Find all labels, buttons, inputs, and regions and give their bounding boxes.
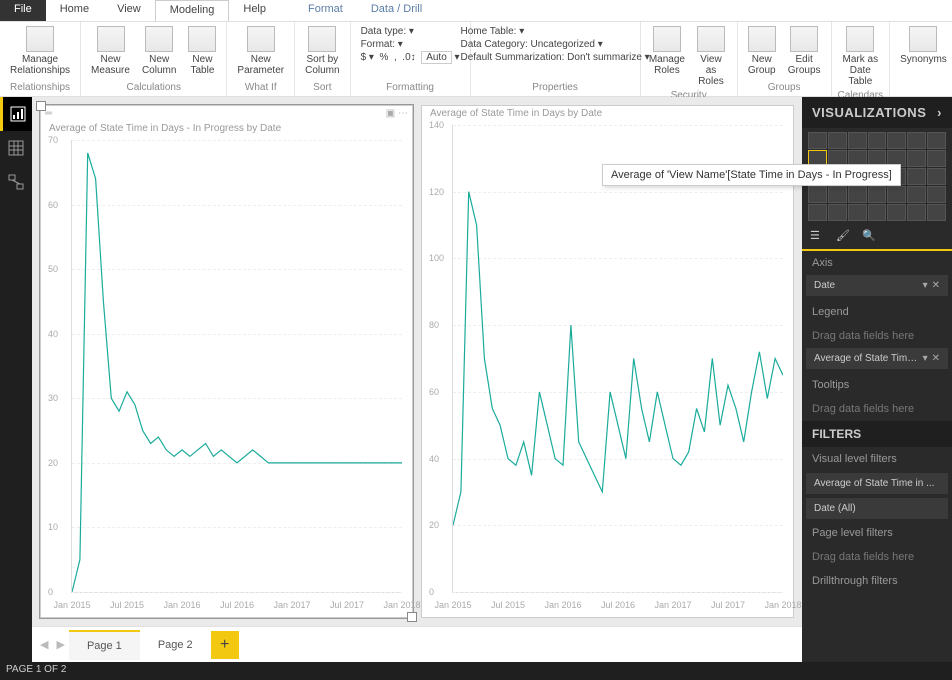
add-page-button[interactable]: +	[211, 631, 239, 659]
format-tab-icon[interactable]: 🖌	[836, 229, 854, 245]
manage-relationships-button[interactable]: Manage Relationships	[6, 24, 74, 78]
remove-field-icon[interactable]: ✕	[932, 353, 940, 364]
manage-roles-button[interactable]: Manage Roles	[647, 24, 688, 78]
drillthrough-filters-label: Drillthrough filters	[802, 569, 952, 593]
page-tab-1[interactable]: Page 1	[69, 630, 140, 660]
format-dropdown[interactable]: Format: ▾	[361, 39, 460, 50]
tab-view[interactable]: View	[103, 0, 155, 21]
legend-section: Legend	[802, 300, 952, 324]
tooltips-drop[interactable]: Drag data fields here	[802, 397, 952, 421]
percent-button[interactable]: %	[379, 52, 388, 63]
tab-file[interactable]: File	[0, 0, 46, 21]
viz-type-2[interactable]	[848, 132, 867, 149]
viz-type-6[interactable]	[927, 132, 946, 149]
viz-type-25[interactable]	[887, 186, 906, 203]
filters-header: FILTERS	[802, 421, 952, 447]
new-group-button[interactable]: New Group	[744, 24, 780, 78]
remove-field-icon[interactable]: ✕	[932, 280, 940, 291]
page-next-icon[interactable]: ▶	[52, 634, 68, 655]
legend-drop[interactable]: Drag data fields here	[802, 324, 952, 348]
tab-datadrill[interactable]: Data / Drill	[357, 0, 436, 21]
viz-type-19[interactable]	[907, 168, 926, 185]
page-prev-icon[interactable]: ◀	[36, 634, 52, 655]
decimal-buttons[interactable]: .0↕	[402, 52, 415, 63]
page-level-filters-label: Page level filters	[802, 521, 952, 545]
visual-chart-1[interactable]: ═ ▣ ⋯ Average of State Time in Days - In…	[40, 105, 413, 618]
collapse-pane-icon[interactable]: ›	[937, 105, 942, 120]
page-tabs: ◀ ▶ Page 1 Page 2 +	[32, 626, 802, 662]
edit-groups-button[interactable]: Edit Groups	[784, 24, 825, 78]
axis-field-date[interactable]: Date▾✕	[806, 275, 948, 296]
hover-tooltip: Average of 'View Name'[State Time in Day…	[602, 164, 901, 186]
ribbon: Manage Relationships Relationships New M…	[0, 22, 952, 97]
home-table-dropdown[interactable]: Home Table: ▾	[460, 26, 649, 37]
viz-type-31[interactable]	[868, 204, 887, 221]
chart-2-plot[interactable]: 020406080100120140Jan 2015Jul 2015Jan 20…	[452, 125, 783, 593]
new-measure-button[interactable]: New Measure	[87, 24, 134, 78]
viz-type-24[interactable]	[868, 186, 887, 203]
sort-by-column-button[interactable]: Sort by Column	[301, 24, 343, 78]
grip-icon: ═	[45, 108, 52, 119]
data-type-dropdown[interactable]: Data type: ▾	[361, 26, 460, 37]
viz-type-13[interactable]	[927, 150, 946, 167]
default-summarization-dropdown[interactable]: Default Summarization: Don't summarize ▾	[460, 52, 649, 63]
chevron-down-icon[interactable]: ▾	[923, 280, 928, 291]
chevron-down-icon[interactable]: ▾	[923, 353, 928, 364]
auto-decimals[interactable]: Auto	[421, 51, 452, 64]
tab-modeling[interactable]: Modeling	[155, 0, 230, 21]
status-bar: PAGE 1 OF 2	[0, 662, 952, 680]
viz-type-30[interactable]	[848, 204, 867, 221]
more-options-icon[interactable]: ⋯	[398, 108, 408, 119]
ribbon-tabs: File Home View Modeling Help Format Data…	[0, 0, 952, 22]
viz-type-12[interactable]	[907, 150, 926, 167]
viz-type-28[interactable]	[808, 204, 827, 221]
view-switcher	[0, 97, 32, 662]
tab-help[interactable]: Help	[229, 0, 280, 21]
viz-type-3[interactable]	[868, 132, 887, 149]
synonyms-button[interactable]: Synonyms	[896, 24, 951, 67]
viz-type-29[interactable]	[828, 204, 847, 221]
viz-type-27[interactable]	[927, 186, 946, 203]
viz-type-34[interactable]	[927, 204, 946, 221]
chart-1-title: Average of State Time in Days - In Progr…	[41, 121, 412, 136]
new-table-button[interactable]: New Table	[184, 24, 220, 78]
report-view-button[interactable]	[0, 97, 32, 131]
tab-home[interactable]: Home	[46, 0, 103, 21]
new-parameter-button[interactable]: New Parameter	[233, 24, 288, 78]
values-field[interactable]: Average of State Time in ...▾✕	[806, 348, 948, 369]
viz-type-4[interactable]	[887, 132, 906, 149]
new-column-button[interactable]: New Column	[138, 24, 180, 78]
visual-chart-2[interactable]: Average of State Time in Days by Date 02…	[421, 105, 794, 618]
tab-format[interactable]: Format	[294, 0, 357, 21]
visual-level-filters-label: Visual level filters	[802, 447, 952, 471]
data-category-dropdown[interactable]: Data Category: Uncategorized ▾	[460, 39, 649, 50]
viz-type-21[interactable]	[808, 186, 827, 203]
currency-button[interactable]: $	[361, 52, 367, 63]
viz-type-5[interactable]	[907, 132, 926, 149]
viz-type-23[interactable]	[848, 186, 867, 203]
focus-mode-icon[interactable]: ▣	[386, 108, 395, 119]
data-view-button[interactable]	[0, 131, 32, 165]
viz-type-0[interactable]	[808, 132, 827, 149]
fields-tab-icon[interactable]: ☰	[810, 229, 828, 245]
viz-type-1[interactable]	[828, 132, 847, 149]
page-tab-2[interactable]: Page 2	[140, 631, 211, 659]
tooltips-section: Tooltips	[802, 373, 952, 397]
comma-button[interactable]: ,	[394, 52, 397, 63]
model-view-button[interactable]	[0, 165, 32, 199]
view-as-roles-button[interactable]: View as Roles	[691, 24, 730, 89]
viz-type-22[interactable]	[828, 186, 847, 203]
chart-2-title: Average of State Time in Days by Date	[422, 106, 793, 121]
filter-date-all[interactable]: Date (All)	[806, 498, 948, 519]
mark-date-table-button[interactable]: Mark as Date Table	[838, 24, 884, 89]
analytics-tab-icon[interactable]: 🔍	[862, 229, 880, 245]
viz-type-26[interactable]	[907, 186, 926, 203]
chart-1-plot[interactable]: 010203040506070Jan 2015Jul 2015Jan 2016J…	[71, 140, 402, 593]
viz-type-20[interactable]	[927, 168, 946, 185]
viz-type-33[interactable]	[907, 204, 926, 221]
viz-type-32[interactable]	[887, 204, 906, 221]
axis-section: Axis	[802, 251, 952, 275]
page-level-filters-drop[interactable]: Drag data fields here	[802, 545, 952, 569]
filter-avg-state-time[interactable]: Average of State Time in ...	[806, 473, 948, 494]
